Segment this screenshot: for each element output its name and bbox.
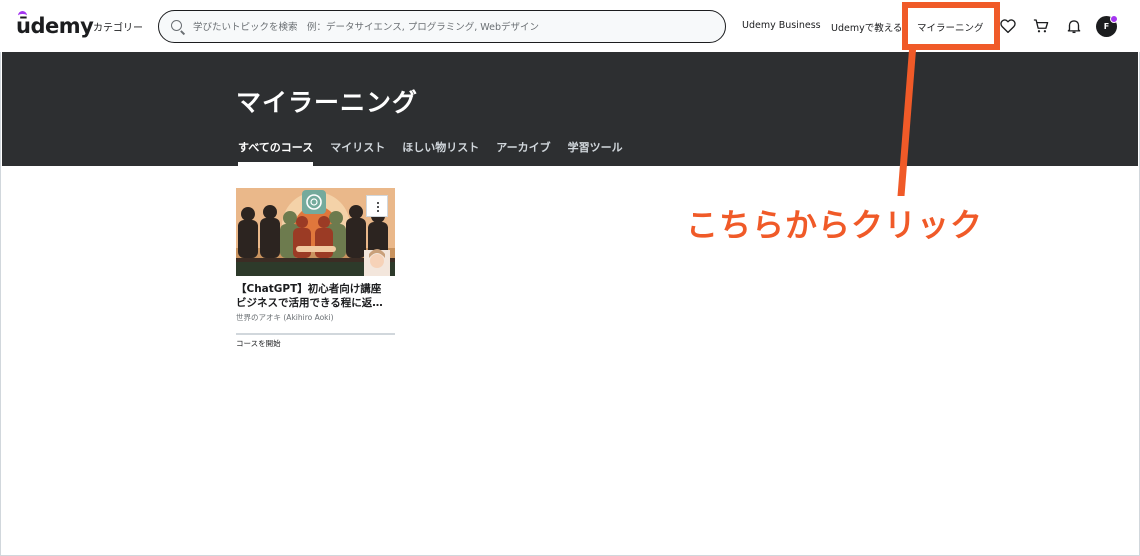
- course-title-line: ビジネスで活用できる程に返…: [236, 297, 383, 309]
- notification-dot: [1110, 15, 1118, 23]
- course-title[interactable]: 【ChatGPT】初心者向け講座 ビジネスで活用できる程に返…: [236, 282, 396, 310]
- search-bar[interactable]: [158, 10, 726, 43]
- course-title-line: 【ChatGPT】初心者向け講座: [236, 283, 382, 295]
- bell-icon[interactable]: [1065, 17, 1083, 35]
- cart-icon[interactable]: [1032, 17, 1050, 35]
- tab-wishlist[interactable]: ほしい物リスト: [402, 140, 479, 166]
- udemy-logo[interactable]: ūdemy: [16, 14, 94, 38]
- page-title: マイラーニング: [236, 88, 419, 117]
- course-card[interactable]: 【ChatGPT】初心者向け講座 ビジネスで活用できる程に返… 世界のアオキ (…: [236, 188, 396, 349]
- kebab-dot: [377, 210, 380, 213]
- logo-text: ūdemy: [16, 14, 94, 38]
- course-instructor: 世界のアオキ (Akihiro Aoki): [236, 313, 334, 322]
- course-thumbnail[interactable]: [236, 188, 395, 276]
- search-input[interactable]: [193, 17, 713, 37]
- nav-udemy-business-link[interactable]: Udemy Business: [742, 20, 821, 31]
- course-options-button[interactable]: [366, 195, 388, 217]
- tab-archive[interactable]: アーカイブ: [496, 140, 550, 166]
- tab-all-courses[interactable]: すべてのコース: [238, 140, 314, 166]
- nav-teach-link[interactable]: Udemyで教える: [831, 20, 902, 34]
- tab-learning-tools[interactable]: 学習ツール: [568, 140, 623, 166]
- heart-icon[interactable]: [999, 17, 1017, 35]
- search-icon[interactable]: [171, 20, 182, 31]
- progress-bar: [236, 333, 395, 335]
- tab-my-lists[interactable]: マイリスト: [330, 140, 385, 166]
- kebab-dot: [377, 202, 380, 205]
- annotation-highlight-box: [902, 2, 1000, 50]
- annotation-callout-text: こちらからクリック: [686, 206, 984, 244]
- kebab-dot: [377, 206, 380, 209]
- start-course-link[interactable]: コースを開始: [236, 338, 396, 349]
- categories-menu[interactable]: カテゴリー: [93, 19, 143, 34]
- learning-tabs: すべてのコース マイリスト ほしい物リスト アーカイブ 学習ツール: [236, 140, 640, 166]
